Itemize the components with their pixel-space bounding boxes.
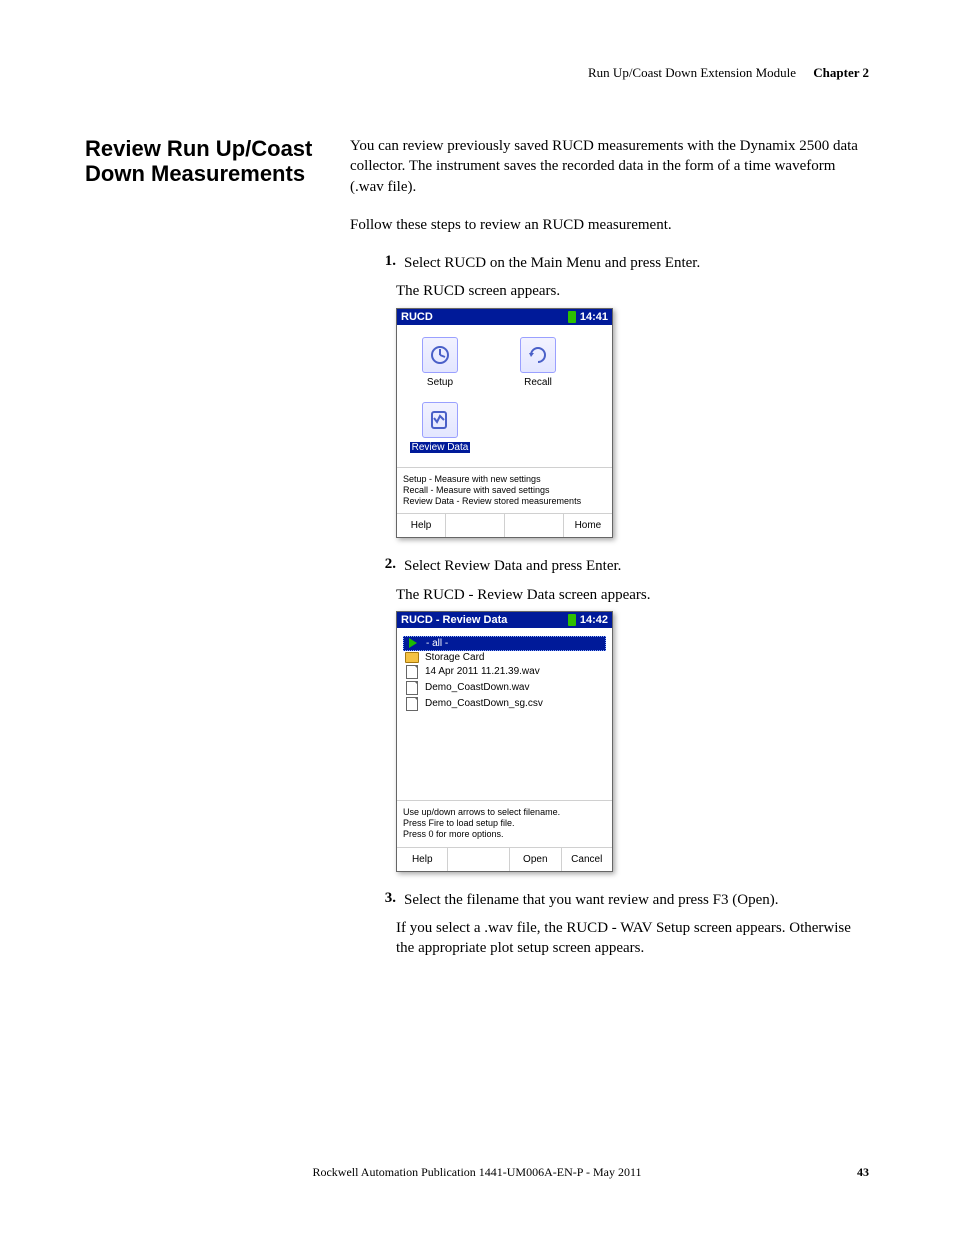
setup-label: Setup (427, 377, 453, 388)
softkey-help[interactable]: Help (397, 514, 445, 537)
row-label: Demo_CoastDown_sg.csv (425, 698, 543, 709)
setup-icon (422, 337, 458, 373)
step-2: 2. Select Review Data and press Enter. (370, 556, 869, 576)
softkey-home[interactable]: Home (563, 514, 612, 537)
battery-icon (568, 311, 576, 323)
rucd-screen: RUCD 14:41 Setup (396, 308, 613, 539)
softkey-blank (504, 514, 563, 537)
step-number: 2. (370, 556, 404, 576)
section-title: Review Run Up/Coast Down Measurements (85, 136, 335, 187)
status-block: Use up/down arrows to select filename. P… (397, 800, 612, 847)
chapter-label: Chapter 2 (813, 65, 869, 80)
status-line: Recall - Measure with saved settings (403, 485, 606, 496)
step-1-caption: The RUCD screen appears. (396, 281, 869, 301)
file-row[interactable]: Demo_CoastDown.wav (403, 680, 606, 696)
row-label: Demo_CoastDown.wav (425, 682, 530, 693)
titlebar: RUCD 14:41 (397, 309, 612, 325)
battery-icon (568, 614, 576, 626)
file-row-storage[interactable]: Storage Card (403, 651, 606, 664)
review-data-screen: RUCD - Review Data 14:42 - all - (396, 611, 613, 872)
file-list[interactable]: - all - Storage Card 14 Apr 2011 11.21.3… (403, 634, 606, 714)
review-data-label: Review Data (410, 442, 471, 453)
clock-time: 14:41 (580, 311, 608, 323)
status-line: Review Data - Review stored measurements (403, 496, 606, 507)
step-1: 1. Select RUCD on the Main Menu and pres… (370, 253, 869, 273)
setup-option[interactable]: Setup (405, 337, 475, 388)
page-number: 43 (829, 1165, 869, 1180)
titlebar: RUCD - Review Data 14:42 (397, 612, 612, 628)
softkey-blank (447, 848, 509, 871)
status-block: Setup - Measure with new settings Recall… (397, 467, 612, 514)
publication-id: Rockwell Automation Publication 1441-UM0… (125, 1165, 829, 1180)
file-icon (405, 697, 419, 711)
softkey-open[interactable]: Open (509, 848, 560, 871)
row-label: 14 Apr 2011 11.21.39.wav (425, 666, 540, 677)
step-number: 1. (370, 253, 404, 273)
row-label: Storage Card (425, 652, 484, 663)
clock-time: 14:42 (580, 614, 608, 626)
step-3: 3. Select the filename that you want rev… (370, 890, 869, 910)
softkey-bar: Help Home (397, 513, 612, 537)
step-text: Select RUCD on the Main Menu and press E… (404, 253, 869, 273)
screen-title: RUCD (401, 311, 433, 323)
softkey-cancel[interactable]: Cancel (561, 848, 612, 871)
step-3-caption: If you select a .wav file, the RUCD - WA… (396, 918, 869, 959)
file-row[interactable]: Demo_CoastDown_sg.csv (403, 696, 606, 712)
row-label: - all - (426, 638, 448, 649)
file-icon (405, 681, 419, 695)
status-line: Setup - Measure with new settings (403, 474, 606, 485)
softkey-blank (445, 514, 504, 537)
intro-paragraph: You can review previously saved RUCD mea… (350, 136, 869, 197)
arrow-icon (406, 638, 420, 648)
screen-title: RUCD - Review Data (401, 614, 507, 626)
softkey-help[interactable]: Help (397, 848, 447, 871)
status-line: Press Fire to load setup file. (403, 818, 606, 829)
review-data-icon (422, 402, 458, 438)
folder-icon (405, 652, 419, 663)
review-data-option[interactable]: Review Data (405, 402, 475, 453)
recall-icon (520, 337, 556, 373)
module-name: Run Up/Coast Down Extension Module (588, 65, 796, 80)
step-text: Select Review Data and press Enter. (404, 556, 869, 576)
status-line: Press 0 for more options. (403, 829, 606, 840)
file-icon (405, 665, 419, 679)
follow-paragraph: Follow these steps to review an RUCD mea… (350, 215, 869, 235)
running-header: Run Up/Coast Down Extension Module Chapt… (85, 65, 869, 81)
recall-option[interactable]: Recall (503, 337, 573, 388)
step-2-caption: The RUCD - Review Data screen appears. (396, 585, 869, 605)
page-footer: Rockwell Automation Publication 1441-UM0… (0, 1165, 954, 1180)
recall-label: Recall (524, 377, 552, 388)
file-row-all[interactable]: - all - (403, 636, 606, 651)
status-line: Use up/down arrows to select filename. (403, 807, 606, 818)
step-text: Select the filename that you want review… (404, 890, 869, 910)
softkey-bar: Help Open Cancel (397, 847, 612, 871)
step-number: 3. (370, 890, 404, 910)
file-row[interactable]: 14 Apr 2011 11.21.39.wav (403, 664, 606, 680)
